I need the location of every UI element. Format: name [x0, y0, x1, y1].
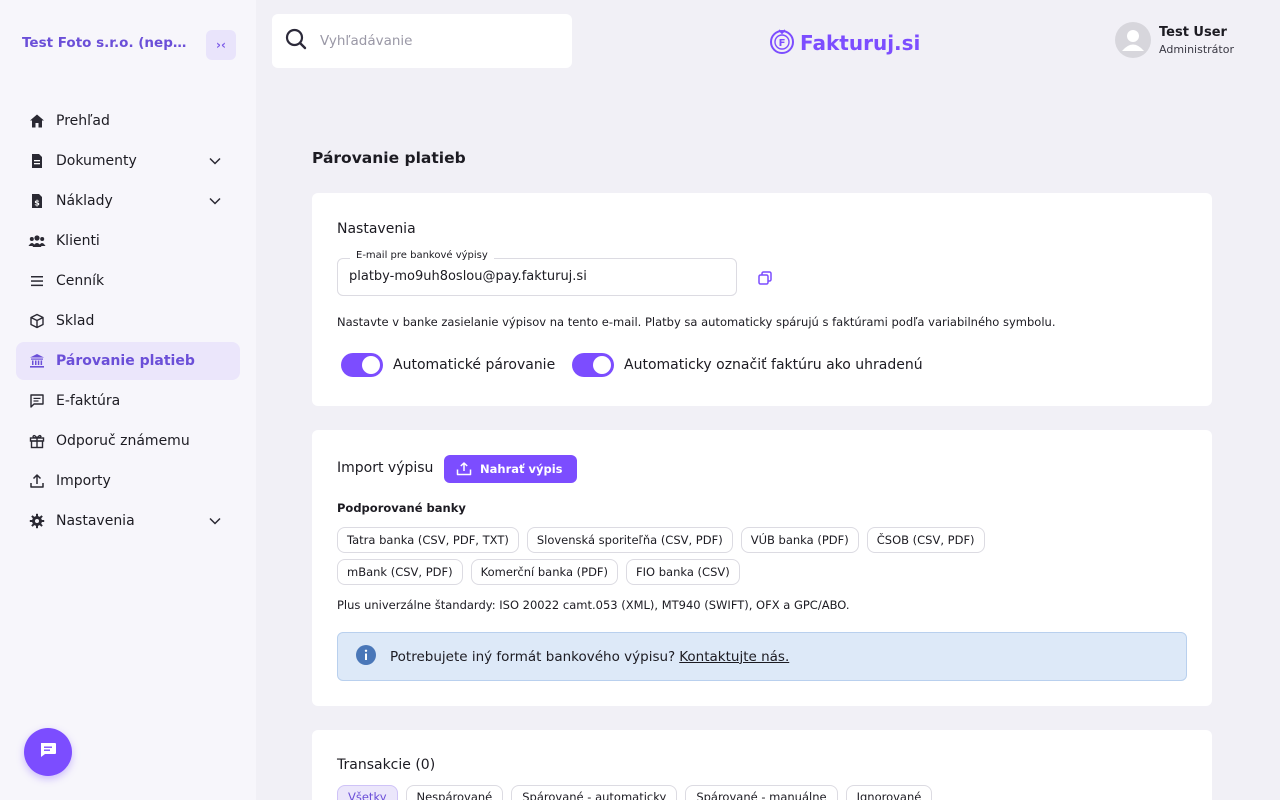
supported-banks-title: Podporované banky — [337, 501, 466, 515]
sidebar-item-klienti[interactable]: Klienti — [16, 222, 240, 260]
bank-chip: ČSOB (CSV, PDF) — [866, 527, 985, 553]
settings-card: Nastavenia E-mail pre bankové výpisy pla… — [312, 193, 1212, 406]
bank-chip: mBank (CSV, PDF) — [337, 559, 463, 585]
email-hint: Nastavte v banke zasielanie výpisov na t… — [337, 315, 1056, 329]
sidebar-item-e-faktura[interactable]: E-faktúra — [16, 382, 240, 420]
sidebar-item-parovanie-platieb[interactable]: Párovanie platieb — [16, 342, 240, 380]
bank-chip: Slovenská sporiteľňa (CSV, PDF) — [526, 527, 733, 553]
info-alert: Potrebujete iný formát bankového výpisu?… — [337, 632, 1187, 681]
gift-icon — [28, 432, 46, 450]
bank-chip: Komerční banka (PDF) — [470, 559, 619, 585]
sidebar-item-label: E-faktúra — [56, 393, 121, 409]
sidebar-item-label: Dokumenty — [56, 153, 137, 169]
supported-standards: Plus univerzálne štandardy: ISO 20022 ca… — [337, 598, 850, 612]
sidebar-item-label: Importy — [56, 473, 111, 489]
sidebar-item-nastavenia[interactable]: Nastavenia — [16, 502, 240, 540]
main-content: F Fakturuj.si Test User Administrátor Pá… — [256, 0, 1280, 800]
filter-matched-auto[interactable]: Spárované - automaticky — [511, 785, 678, 800]
import-title: Import výpisu — [337, 460, 434, 476]
logo-text: Fakturuj.si — [800, 31, 921, 55]
avatar — [1115, 22, 1151, 58]
chevron-down-icon — [208, 194, 222, 212]
sidebar-item-naklady[interactable]: $ Náklady — [16, 182, 240, 220]
filter-unmatched[interactable]: Nespárované — [405, 785, 504, 800]
chevron-down-icon — [208, 514, 222, 532]
email-field-label: E-mail pre bankové výpisy — [350, 250, 494, 261]
auto-mark-paid-label: Automaticky označiť faktúru ako uhradenú — [624, 357, 923, 373]
collapse-sidebar-button[interactable]: ›‹ — [206, 30, 236, 60]
sidebar-item-label: Náklady — [56, 193, 113, 209]
filter-all[interactable]: Všetky — [337, 785, 398, 800]
chat-button[interactable] — [24, 728, 72, 776]
sidebar-item-label: Nastavenia — [56, 513, 135, 529]
bank-icon — [28, 352, 46, 370]
import-card: Import výpisu Nahrať výpis Podporované b… — [312, 430, 1212, 706]
auto-match-switch[interactable] — [341, 353, 383, 377]
user-menu[interactable]: Test User Administrátor — [1115, 22, 1234, 58]
search-bar[interactable] — [272, 14, 572, 68]
document-icon — [28, 152, 46, 170]
sidebar: Test Foto s.r.o. (neplat... ›‹ Prehľad D… — [0, 0, 256, 800]
users-icon — [28, 232, 46, 250]
filter-ignored[interactable]: Ignorované — [845, 785, 933, 800]
company-name[interactable]: Test Foto s.r.o. (neplat... — [22, 35, 188, 51]
svg-text:F: F — [779, 38, 786, 49]
sidebar-item-label: Cenník — [56, 273, 105, 289]
sidebar-item-odporuc-znamemu[interactable]: Odporuč známemu — [16, 422, 240, 460]
filter-matched-manual[interactable]: Spárované - manuálne — [685, 785, 838, 800]
sidebar-item-label: Odporuč známemu — [56, 433, 190, 449]
gear-icon — [28, 512, 46, 530]
sidebar-item-label: Prehľad — [56, 113, 110, 129]
sidebar-item-cennik[interactable]: Cenník — [16, 262, 240, 300]
upload-icon — [456, 462, 472, 476]
sidebar-item-prehlad[interactable]: Prehľad — [16, 102, 240, 140]
transactions-card: Transakcie (0) Všetky Nespárované Spárov… — [312, 730, 1212, 800]
chevron-down-icon — [208, 154, 222, 172]
box-icon — [28, 312, 46, 330]
logo[interactable]: F Fakturuj.si — [768, 27, 920, 59]
bank-chip: VÚB banka (PDF) — [740, 527, 859, 553]
home-icon — [28, 112, 46, 130]
search-input[interactable] — [320, 33, 550, 49]
auto-match-label: Automatické párovanie — [393, 357, 556, 373]
search-icon — [284, 27, 308, 55]
bank-chip: FIO banka (CSV) — [626, 559, 740, 585]
info-icon — [356, 644, 376, 669]
sidebar-item-label: Párovanie platieb — [56, 353, 195, 369]
sidebar-item-sklad[interactable]: Sklad — [16, 302, 240, 340]
transactions-title: Transakcie (0) — [337, 757, 436, 773]
sidebar-item-dokumenty[interactable]: Dokumenty — [16, 142, 240, 180]
email-field-value[interactable]: platby-mo9uh8oslou@pay.fakturuj.si — [349, 269, 587, 284]
page-title: Párovanie platieb — [312, 149, 466, 167]
info-text: Potrebujete iný formát bankového výpisu? — [390, 648, 676, 665]
email-field[interactable]: E-mail pre bankové výpisy platby-mo9uh8o… — [337, 250, 737, 296]
svg-text:$: $ — [34, 199, 40, 208]
supported-banks-list: Tatra banka (CSV, PDF, TXT) Slovenská sp… — [337, 527, 1117, 591]
auto-mark-paid-toggle[interactable]: Automaticky označiť faktúru ako uhradenú — [572, 353, 923, 377]
sidebar-item-label: Sklad — [56, 313, 95, 329]
sidebar-nav: Prehľad Dokumenty $ Náklady Klienti Cenn… — [16, 102, 240, 542]
user-role: Administrátor — [1159, 42, 1234, 56]
chat-icon — [38, 740, 58, 764]
upload-statement-button[interactable]: Nahrať výpis — [444, 455, 577, 483]
copy-icon[interactable] — [758, 270, 772, 289]
upload-icon — [28, 472, 46, 490]
transaction-filters: Všetky Nespárované Spárované - automatic… — [337, 785, 940, 800]
auto-match-toggle[interactable]: Automatické párovanie — [341, 353, 555, 377]
upload-statement-label: Nahrať výpis — [480, 462, 563, 476]
bank-chip: Tatra banka (CSV, PDF, TXT) — [337, 527, 519, 553]
expense-document-icon: $ — [28, 192, 46, 210]
sidebar-item-importy[interactable]: Importy — [16, 462, 240, 500]
sidebar-item-label: Klienti — [56, 233, 100, 249]
logo-icon: F — [768, 27, 796, 59]
message-lines-icon — [28, 392, 46, 410]
auto-mark-paid-switch[interactable] — [572, 353, 614, 377]
contact-link[interactable]: Kontaktujte nás. — [679, 649, 789, 665]
settings-title: Nastavenia — [337, 221, 416, 237]
list-icon — [28, 272, 46, 290]
user-name: Test User — [1159, 24, 1227, 40]
